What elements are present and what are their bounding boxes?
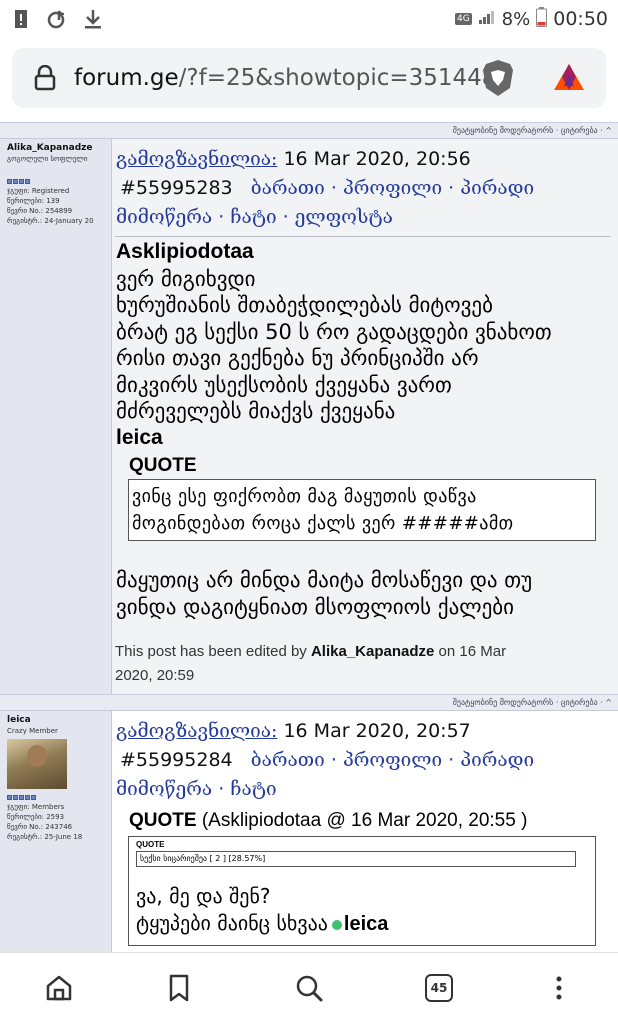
search-icon[interactable] <box>294 973 324 1003</box>
post-divider <box>115 236 611 237</box>
quote-line: ვა, მე და შენ? <box>136 884 271 908</box>
sent-label[interactable]: გამოგზავნილია: <box>116 148 277 170</box>
edited-note: This post has been edited by Alika_Kapan… <box>115 640 618 688</box>
quote-box: ვინც ესე ფიქრობთ მაგ მაყუთის დაწვა მოგინ… <box>128 479 596 541</box>
author-posts: წერილები: 2593 <box>7 813 65 821</box>
tab-count: 45 <box>425 974 453 1002</box>
bottom-navigation: 45 <box>0 952 618 1024</box>
link-card[interactable]: ბარათი <box>251 177 325 199</box>
rank-pips <box>7 795 111 800</box>
battery-icon <box>536 6 548 32</box>
post-body: Asklipiodotaa ვერ მიგიხვდი ხურუშიანის შთ… <box>115 239 618 451</box>
forum-post: leica Crazy Member ჯგუფი: Members წერილე… <box>0 710 618 952</box>
quote-label: QUOTE <box>129 455 197 476</box>
alert-icon <box>10 8 32 30</box>
edited-user: Alika_Kapanadze <box>310 643 435 660</box>
quote-text: ვა, მე და შენ? ტყუპები მაინც სხვაა leica <box>136 883 588 938</box>
edited-suffix: on 16 Mar <box>438 643 507 660</box>
post-line: რისი თავი გექნება ნუ პრინციპში არ <box>116 346 479 370</box>
author-title: გოგოლელი სოფლელი <box>7 155 88 163</box>
nested-quote-box: სექსი სიცარიეშეა [ 2 ] [28.57%] <box>136 851 576 867</box>
author-member-no: წევრი No.: 254899 <box>7 207 73 215</box>
reply-line: ვინდა დაგიტყნიათ მსოფლიოს ქალები <box>116 594 514 619</box>
clock: 00:50 <box>553 8 608 30</box>
post-content: გამოგზავნილია: 16 Mar 2020, 20:57 #55995… <box>112 711 618 952</box>
post-action-bar[interactable]: შეატყობინე მოდერატორს · ციტირება · ^ <box>0 694 618 710</box>
author-sidebar: leica Crazy Member ჯგუფი: Members წერილე… <box>0 711 112 952</box>
quote-label: QUOTE <box>129 810 197 831</box>
edited-prefix: This post has been edited by <box>115 643 307 660</box>
url-domain: forum.ge <box>74 65 179 91</box>
lock-icon[interactable] <box>34 64 56 95</box>
browser-toolbar: forum.ge/?f=25&showtopic=351448 <box>0 38 618 122</box>
author-meta: ჯგუფი: Registered წერილები: 139 წევრი No… <box>7 186 111 226</box>
quote-line: მოგინდებათ როცა ქალს ვერ #####ამთ <box>132 513 514 534</box>
rank-pips <box>7 179 111 184</box>
brave-shields-icon[interactable] <box>480 58 516 102</box>
bookmark-icon[interactable] <box>164 973 194 1003</box>
sent-label[interactable]: გამოგზავნილია: <box>116 720 277 742</box>
online-status-icon <box>331 919 342 930</box>
quote-header: QUOTE (Asklipiodotaa @ 16 Mar 2020, 20:5… <box>129 810 618 832</box>
forum-post: Alika_Kapanadze გოგოლელი სოფლელი ჯგუფი: … <box>0 138 618 694</box>
home-icon[interactable] <box>44 973 74 1003</box>
link-card[interactable]: ბარათი <box>251 749 325 771</box>
network-badge: 4G <box>454 13 472 25</box>
nested-quote-label: QUOTE <box>136 840 165 849</box>
link-profile[interactable]: პროფილი <box>343 749 442 771</box>
post-date: 16 Mar 2020, 20:56 <box>283 148 471 170</box>
post-content: გამოგზავნილია: 16 Mar 2020, 20:56 #55995… <box>112 139 618 694</box>
signal-icon <box>478 8 496 30</box>
quote-source: (Asklipiodotaa @ 16 Mar 2020, 20:55 ) <box>201 810 528 831</box>
signature: leica <box>343 913 389 935</box>
quote-line: ტყუპები მაინც სხვაა <box>136 911 328 935</box>
post-id[interactable]: #55995283 <box>120 177 233 199</box>
brave-rewards-icon[interactable] <box>552 62 586 96</box>
tabs-icon[interactable]: 45 <box>424 973 454 1003</box>
avatar[interactable] <box>7 739 67 789</box>
author-group: ჯგუფი: Members <box>7 803 65 811</box>
reply-line: მაყუთიც არ მინდა მაიტა მოსაწევი და თუ <box>116 568 533 592</box>
post-action-bar[interactable]: შეატყობინე მოდერატორს · ციტირება · ^ <box>0 122 618 138</box>
author-title: Crazy Member <box>7 727 58 735</box>
link-email[interactable]: ელფოსტა <box>295 206 393 228</box>
quote-line: ვინც ესე ფიქრობთ მაგ მაყუთის დაწვა <box>132 486 477 507</box>
author-meta: ჯგუფი: Members წერილები: 2593 წევრი No.:… <box>7 802 111 842</box>
edited-date: 2020, 20:59 <box>115 667 195 684</box>
address-bar[interactable]: forum.ge/?f=25&showtopic=351448 <box>12 48 606 108</box>
forum-page: შეატყობინე მოდერატორს · ციტირება · ^ Ali… <box>0 122 618 952</box>
quote-box: QUOTE სექსი სიცარიეშეა [ 2 ] [28.57%] ვა… <box>128 836 596 946</box>
post-line: ვერ მიგიხვდი <box>116 266 256 291</box>
author-posts: წერილები: 139 <box>7 197 60 205</box>
post-line: მძრეველებს მიაქვს ქვეყანა <box>116 399 396 423</box>
post-header: გამოგზავნილია: 16 Mar 2020, 20:57 #55995… <box>116 720 535 800</box>
battery-percent: 8% <box>501 8 531 30</box>
tiktok-icon <box>46 8 68 30</box>
author-member-no: წევრი No.: 243746 <box>7 823 73 831</box>
post-line: ბრატ ეგ სექსი 50 ს რო გადაცდები ვნახოთ <box>116 319 552 344</box>
author-registered: რეგისტრ.: 24-January 20 <box>7 217 94 225</box>
mentioned-user: Asklipiodotaa <box>116 240 254 263</box>
link-chat[interactable]: ჩატი <box>230 206 276 228</box>
download-icon <box>82 8 104 30</box>
link-profile[interactable]: პროფილი <box>343 177 442 199</box>
status-bar: 4G 8% 00:50 <box>0 0 618 38</box>
post-header: გამოგზავნილია: 16 Mar 2020, 20:56 #55995… <box>116 148 535 228</box>
link-chat[interactable]: ჩატი <box>230 778 276 800</box>
url-text[interactable]: forum.ge/?f=25&showtopic=351448 <box>74 65 496 91</box>
post-date: 16 Mar 2020, 20:57 <box>283 720 471 742</box>
author-group: ჯგუფი: Registered <box>7 187 70 195</box>
author-name[interactable]: Alika_Kapanadze <box>7 143 111 153</box>
more-icon[interactable] <box>544 973 574 1003</box>
author-sidebar: Alika_Kapanadze გოგოლელი სოფლელი ჯგუფი: … <box>0 139 112 694</box>
author-registered: რეგისტრ.: 25-June 18 <box>7 833 83 841</box>
mentioned-user: leica <box>116 425 163 449</box>
reply-body: მაყუთიც არ მინდა მაიტა მოსაწევი და თუ ვი… <box>115 567 618 620</box>
post-id[interactable]: #55995284 <box>120 749 233 771</box>
post-line: მიკვირს უსექსობის ქვეყანა ვართ <box>116 372 452 397</box>
post-line: ხურუშიანის შთაბეჭდილებას მიტოვებ <box>116 293 493 317</box>
url-path: /?f=25&showtopic=351448 <box>178 65 497 91</box>
author-name[interactable]: leica <box>7 715 111 725</box>
